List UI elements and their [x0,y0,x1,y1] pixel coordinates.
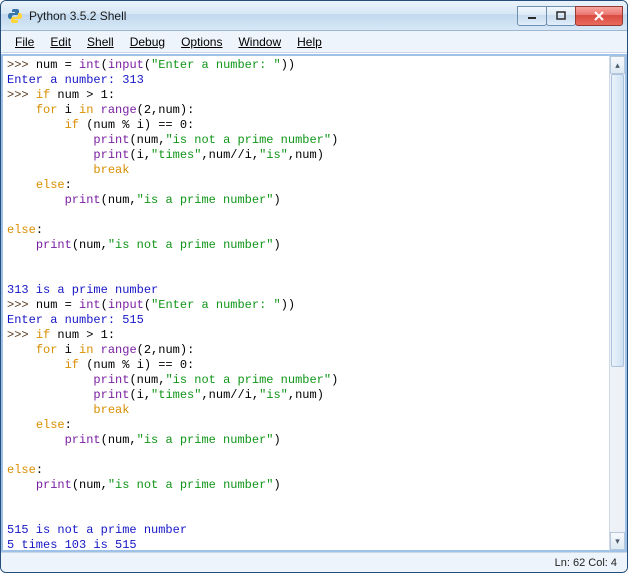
statusbar: Ln: 62 Col: 4 [1,552,627,572]
io-line: Enter a number: 313 [7,73,144,87]
app-window: Python 3.5.2 Shell File Edit Shell Debug… [0,0,628,573]
menu-help[interactable]: Help [289,33,330,51]
client-area: >>> num = int(input("Enter a number: "))… [1,53,627,552]
titlebar[interactable]: Python 3.5.2 Shell [1,1,627,31]
cursor-position: Ln: 62 Col: 4 [555,557,617,569]
maximize-button[interactable] [546,6,576,26]
minimize-button[interactable] [517,6,547,26]
editor-wrap: >>> num = int(input("Enter a number: "))… [1,54,609,552]
python-icon [7,8,23,24]
scroll-up-button[interactable]: ▴ [610,56,625,74]
prompt: >>> [7,58,36,72]
scroll-track[interactable] [610,74,625,532]
close-button[interactable] [575,6,623,26]
menu-window[interactable]: Window [230,33,289,51]
menu-edit[interactable]: Edit [42,33,79,51]
menu-debug[interactable]: Debug [122,33,173,51]
menu-file[interactable]: File [7,33,42,51]
menu-options[interactable]: Options [173,33,230,51]
scroll-thumb[interactable] [611,74,624,367]
menubar: File Edit Shell Debug Options Window Hel… [1,31,627,53]
vertical-scrollbar[interactable]: ▴ ▾ [609,54,627,552]
output-line: 313 is a prime number [7,283,158,297]
scroll-down-button[interactable]: ▾ [610,532,625,550]
menu-shell[interactable]: Shell [79,33,122,51]
shell-editor[interactable]: >>> num = int(input("Enter a number: "))… [3,56,609,550]
window-controls [518,6,623,26]
window-title: Python 3.5.2 Shell [29,9,518,23]
